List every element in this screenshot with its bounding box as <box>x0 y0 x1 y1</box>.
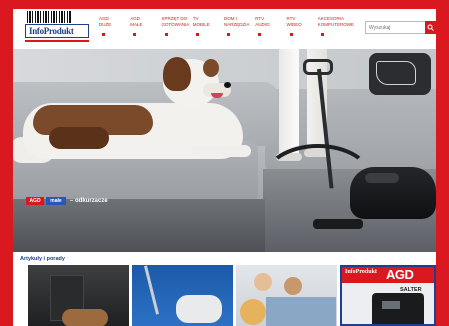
nav-item-line1: RTV <box>286 16 296 21</box>
nav-item-rtv-audio[interactable]: RTV Audio <box>255 16 286 44</box>
nav-item-tv-mobile[interactable]: TV Mobile <box>193 16 224 44</box>
nav-item-rtv-wideo[interactable]: RTV Wideo <box>287 16 318 44</box>
search-input[interactable] <box>365 21 426 34</box>
page-background: InfoProdukt AGD Duże AGD Małe Sprzęt do <box>0 0 449 326</box>
nav-item-line2: Wideo <box>286 22 302 27</box>
thumb-object <box>62 309 108 326</box>
nav-item-line1: Dom i <box>224 16 237 21</box>
search-icon <box>427 24 434 31</box>
nav-item-agd-male[interactable]: AGD Małe <box>130 16 161 44</box>
nav-bullet-icon <box>258 33 262 36</box>
site-logo[interactable]: InfoProdukt <box>25 11 89 45</box>
magazine-small-title: InfoProdukt <box>345 269 377 275</box>
nav-item-line2: Duże <box>99 22 112 27</box>
nav-item-line2: Gotowania <box>161 22 190 27</box>
thumb-object <box>284 277 302 295</box>
nav-bullet-icon <box>227 33 230 36</box>
barcode-icon <box>27 11 71 23</box>
logo-text: InfoProdukt <box>29 26 74 36</box>
hero-dog-ear <box>203 59 219 77</box>
hero-dog-paw <box>191 145 251 157</box>
hero-banner[interactable]: AGD małe – odkurzacze <box>13 49 436 252</box>
nav-bullet-icon <box>320 33 324 36</box>
thumb-object <box>176 295 222 323</box>
article-thumb-2[interactable] <box>132 265 233 326</box>
thumb-object <box>240 299 266 325</box>
nav-bullet-icon <box>195 33 199 36</box>
nav-bullet-icon <box>133 33 137 36</box>
thumb-object <box>143 265 160 315</box>
magazine-big-title: AGD <box>386 267 414 282</box>
hero-caption-blue: małe <box>46 197 66 205</box>
main-nav: AGD Duże AGD Małe Sprzęt do Gotowania TV… <box>99 16 354 44</box>
hero-sofa-base <box>13 199 265 252</box>
thumb-object <box>254 273 272 291</box>
logo-box: InfoProdukt <box>25 24 89 38</box>
nav-item-line2: Komputerowe <box>317 22 355 27</box>
article-thumb-1[interactable] <box>28 265 129 326</box>
nav-item-gotowanie[interactable]: Sprzęt do Gotowania <box>162 16 193 44</box>
nav-item-line2: Małe <box>130 22 143 27</box>
hero-caption-text: – odkurzacze <box>70 198 108 204</box>
nav-bullet-icon <box>289 33 293 36</box>
nav-item-line1: TV <box>192 16 199 21</box>
nav-item-line1: Akcesoria <box>317 16 345 21</box>
magazine-header: InfoProdukt AGD <box>342 267 434 283</box>
magazine-scale-screen <box>382 301 400 309</box>
nav-item-line2: Narzędzia <box>224 22 250 27</box>
nav-item-dom-narzedzia[interactable]: Dom i Narzędzia <box>224 16 255 44</box>
nav-item-line1: RTV <box>255 16 265 21</box>
hero-dog-patch <box>49 127 109 149</box>
search-box <box>365 21 436 34</box>
nav-item-agd-duze[interactable]: AGD Duże <box>99 16 130 44</box>
nav-bullet-icon <box>164 33 168 36</box>
hero-caption[interactable]: AGD małe – odkurzacze <box>26 196 108 206</box>
nav-item-line1: AGD <box>130 16 141 21</box>
nav-item-line2: Mobile <box>192 22 210 27</box>
articles-section: Artykuły i porady InfoProdukt AGD SALTER <box>13 252 436 326</box>
hero-leg <box>279 49 299 159</box>
hero-cushion-map <box>376 61 416 85</box>
hero-caption-red: AGD <box>26 197 44 205</box>
magazine-scale <box>372 293 424 324</box>
hero-vacuum-cap <box>365 173 399 183</box>
hero-dog-ear <box>163 57 191 91</box>
articles-title: Artykuły i porady <box>20 256 65 262</box>
nav-item-akcesoria[interactable]: Akcesoria Komputerowe <box>317 16 354 44</box>
thumb-object <box>266 297 336 326</box>
magazine-cover[interactable]: InfoProdukt AGD SALTER <box>340 265 436 326</box>
nav-item-line1: Sprzęt do <box>161 16 188 21</box>
nav-bullet-icon <box>102 33 105 36</box>
logo-underline <box>25 40 89 42</box>
header: InfoProdukt AGD Duże AGD Małe Sprzęt do <box>13 9 436 49</box>
nav-item-line1: AGD <box>99 16 109 21</box>
search-button[interactable] <box>425 21 436 34</box>
hero-vacuum-head <box>313 219 363 229</box>
article-thumb-3[interactable] <box>236 265 337 326</box>
page: InfoProdukt AGD Duże AGD Małe Sprzęt do <box>13 9 436 326</box>
hero-dog-nose <box>224 82 231 88</box>
nav-item-line2: Audio <box>255 22 270 27</box>
